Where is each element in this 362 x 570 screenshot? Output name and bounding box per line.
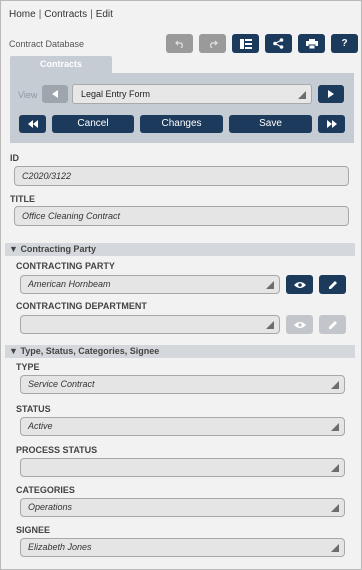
id-label: ID xyxy=(10,153,19,163)
title-label: TITLE xyxy=(10,194,35,204)
dropdown-corner-icon xyxy=(331,423,339,431)
categories-label: CATEGORIES xyxy=(16,485,75,495)
signee-label: SIGNEE xyxy=(16,525,51,535)
status-label: STATUS xyxy=(16,404,51,414)
contracting-department-select[interactable] xyxy=(20,315,280,334)
cancel-button[interactable]: Cancel xyxy=(52,115,134,133)
breadcrumb-home[interactable]: Home xyxy=(9,9,36,20)
dropdown-corner-icon xyxy=(331,464,339,472)
breadcrumb-contracts[interactable]: Contracts xyxy=(44,9,87,20)
section-contracting-party-header: Contracting Party xyxy=(20,244,96,254)
arrow-left-icon xyxy=(52,90,58,98)
print-button[interactable] xyxy=(298,34,325,53)
arrow-right-icon xyxy=(328,90,334,98)
undo-button[interactable] xyxy=(166,34,193,53)
collapse-triangle-icon: ▼ xyxy=(9,244,18,254)
breadcrumb-current: Edit xyxy=(95,9,113,20)
contracting-party-value: American Hornbeam xyxy=(28,279,111,289)
tab-contracts[interactable]: Contracts xyxy=(10,56,112,73)
contracting-party-label: CONTRACTING PARTY xyxy=(16,261,115,271)
process-status-select[interactable] xyxy=(20,458,345,477)
list-icon xyxy=(239,38,252,49)
database-title: Contract Database xyxy=(9,39,85,49)
contracting-party-select[interactable]: American Hornbeam xyxy=(20,275,280,294)
redo-icon xyxy=(209,40,218,48)
dropdown-corner-icon xyxy=(298,91,306,99)
view-label: View xyxy=(18,90,38,100)
redo-button[interactable] xyxy=(199,34,226,53)
dropdown-corner-icon xyxy=(266,281,274,289)
title-field[interactable]: Office Cleaning Contract xyxy=(14,206,349,226)
double-arrow-right-icon xyxy=(326,120,337,128)
list-view-button[interactable] xyxy=(232,34,259,53)
toolbar: ? xyxy=(166,34,358,53)
dropdown-corner-icon xyxy=(331,381,339,389)
id-field[interactable]: C2020/3122 xyxy=(14,166,349,186)
view-select-value: Legal Entry Form xyxy=(81,89,151,99)
view-department-button[interactable] xyxy=(286,315,313,334)
eye-icon xyxy=(293,321,306,328)
share-button[interactable] xyxy=(265,34,292,53)
previous-view-button[interactable] xyxy=(42,85,68,103)
help-icon: ? xyxy=(341,38,348,49)
dropdown-corner-icon xyxy=(331,504,339,512)
print-icon xyxy=(305,38,318,49)
pencil-icon xyxy=(328,320,337,329)
app-frame: Home | Contracts | Edit Contract Database ? … xyxy=(0,0,362,570)
type-label: TYPE xyxy=(16,362,40,372)
last-record-button[interactable] xyxy=(318,115,345,133)
status-select[interactable]: Active xyxy=(20,417,345,436)
section-type-status[interactable]: ▼ Type, Status, Categories, Signee xyxy=(5,345,355,358)
share-icon xyxy=(273,38,284,49)
signee-select[interactable]: Elizabeth Jones xyxy=(20,538,345,557)
breadcrumb-separator: | xyxy=(38,9,42,20)
dropdown-corner-icon xyxy=(266,321,274,329)
pencil-icon xyxy=(328,280,337,289)
edit-department-button[interactable] xyxy=(319,315,346,334)
save-button[interactable]: Save xyxy=(229,115,312,133)
categories-value: Operations xyxy=(28,502,73,512)
dropdown-corner-icon xyxy=(331,544,339,552)
undo-icon xyxy=(174,40,183,48)
view-party-button[interactable] xyxy=(286,275,313,294)
contracting-department-label: CONTRACTING DEPARTMENT xyxy=(16,301,147,311)
section-type-status-header: Type, Status, Categories, Signee xyxy=(20,346,160,356)
view-select[interactable]: Legal Entry Form xyxy=(72,84,312,104)
form-control-panel: View Legal Entry Form Cancel Changes Sav… xyxy=(10,73,354,143)
section-contracting-party[interactable]: ▼ Contracting Party xyxy=(5,243,355,256)
changes-button[interactable]: Changes xyxy=(140,115,223,133)
process-status-label: PROCESS STATUS xyxy=(16,445,98,455)
first-record-button[interactable] xyxy=(19,115,46,133)
next-view-button[interactable] xyxy=(318,85,344,103)
type-select[interactable]: Service Contract xyxy=(20,375,345,394)
breadcrumb-separator: | xyxy=(90,9,93,20)
categories-select[interactable]: Operations xyxy=(20,498,345,517)
breadcrumb: Home | Contracts | Edit xyxy=(9,9,113,20)
collapse-triangle-icon: ▼ xyxy=(9,346,18,356)
status-value: Active xyxy=(28,421,53,431)
double-arrow-left-icon xyxy=(27,120,38,128)
type-value: Service Contract xyxy=(28,379,95,389)
edit-party-button[interactable] xyxy=(319,275,346,294)
eye-icon xyxy=(293,281,306,288)
signee-value: Elizabeth Jones xyxy=(28,542,92,552)
help-button[interactable]: ? xyxy=(331,34,358,53)
